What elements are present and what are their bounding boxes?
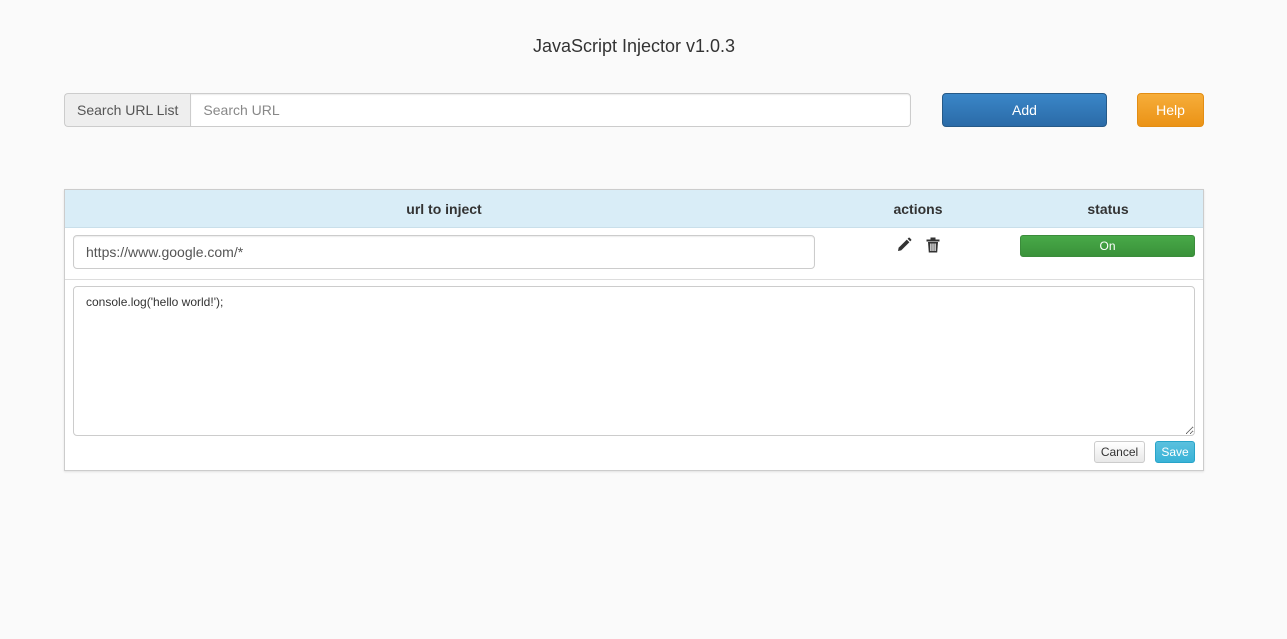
table-row: On <box>65 228 1203 280</box>
app-title: JavaScript Injector v1.0.3 <box>532 36 736 56</box>
search-input[interactable] <box>190 93 911 127</box>
trash-icon[interactable] <box>924 236 942 254</box>
help-button[interactable]: Help <box>1137 93 1204 127</box>
search-group: Search URL List <box>64 93 911 127</box>
pencil-icon[interactable] <box>895 236 913 254</box>
table-header: url to inject actions status <box>65 190 1203 228</box>
cancel-button[interactable]: Cancel <box>1094 441 1145 463</box>
column-header-url: url to inject <box>406 201 482 217</box>
url-field[interactable] <box>73 235 815 269</box>
save-button[interactable]: Save <box>1155 441 1195 463</box>
search-label: Search URL List <box>64 93 191 127</box>
status-toggle-button[interactable]: On <box>1020 235 1195 257</box>
script-editor[interactable]: console.log('hello world!'); <box>73 286 1195 436</box>
column-header-actions: actions <box>893 201 943 217</box>
add-button[interactable]: Add <box>942 93 1107 127</box>
column-header-status: status <box>1087 201 1129 217</box>
url-table: url to inject actions status On console.… <box>64 189 1204 471</box>
